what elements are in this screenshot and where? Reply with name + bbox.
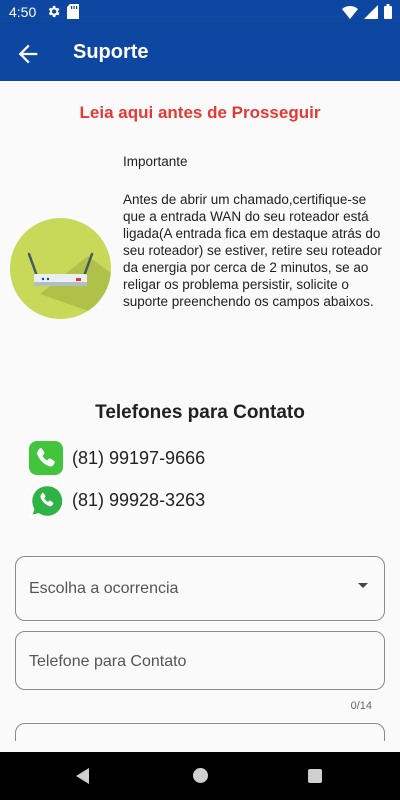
wifi-icon xyxy=(342,5,358,24)
router-icon xyxy=(10,252,111,319)
phone-contact-row[interactable]: (81) 99197-9666 xyxy=(28,440,205,476)
phone-number: (81) 99197-9666 xyxy=(72,447,206,468)
occurrence-select[interactable]: Escolha a ocorrencia xyxy=(15,556,385,621)
occurrence-select-placeholder: Escolha a ocorrencia xyxy=(29,580,179,597)
info-body: Antes de abrir um chamado,certifique-se … xyxy=(123,192,382,309)
contacts-title: Telefones para Contato xyxy=(95,402,305,423)
support-content[interactable]: Leia aqui antes de Prosseguir Importante… xyxy=(0,81,400,741)
back-button[interactable] xyxy=(14,40,42,68)
next-form-field[interactable] xyxy=(15,723,385,741)
gear-icon xyxy=(46,4,61,24)
character-counter: 0/14 xyxy=(350,700,372,712)
warning-title: Leia aqui antes de Prosseguir xyxy=(79,103,321,122)
phone-icon xyxy=(28,440,64,476)
info-heading: Importante xyxy=(123,154,188,169)
contact-phone-field[interactable]: Telefone para Contato xyxy=(15,631,385,690)
navigation-bar xyxy=(0,752,400,800)
whatsapp-number: (81) 99928-3263 xyxy=(72,489,206,510)
sd-card-icon xyxy=(67,4,79,24)
status-bar: 4:50 xyxy=(0,0,400,24)
page-title: Suporte xyxy=(73,41,149,63)
nav-back-icon[interactable] xyxy=(76,768,89,784)
whatsapp-contact-row[interactable]: (81) 99928-3263 xyxy=(28,482,205,518)
battery-icon xyxy=(384,4,392,24)
nav-home-icon[interactable] xyxy=(193,768,208,783)
signal-icon xyxy=(364,4,378,24)
nav-recents-icon[interactable] xyxy=(308,769,322,783)
app-bar: Suporte xyxy=(0,24,400,81)
contact-phone-placeholder: Telefone para Contato xyxy=(29,653,187,670)
dropdown-arrow-icon xyxy=(358,583,368,588)
status-time: 4:50 xyxy=(9,4,37,20)
router-image xyxy=(10,218,111,319)
whatsapp-icon xyxy=(28,482,65,518)
arrow-back-icon xyxy=(14,44,42,72)
